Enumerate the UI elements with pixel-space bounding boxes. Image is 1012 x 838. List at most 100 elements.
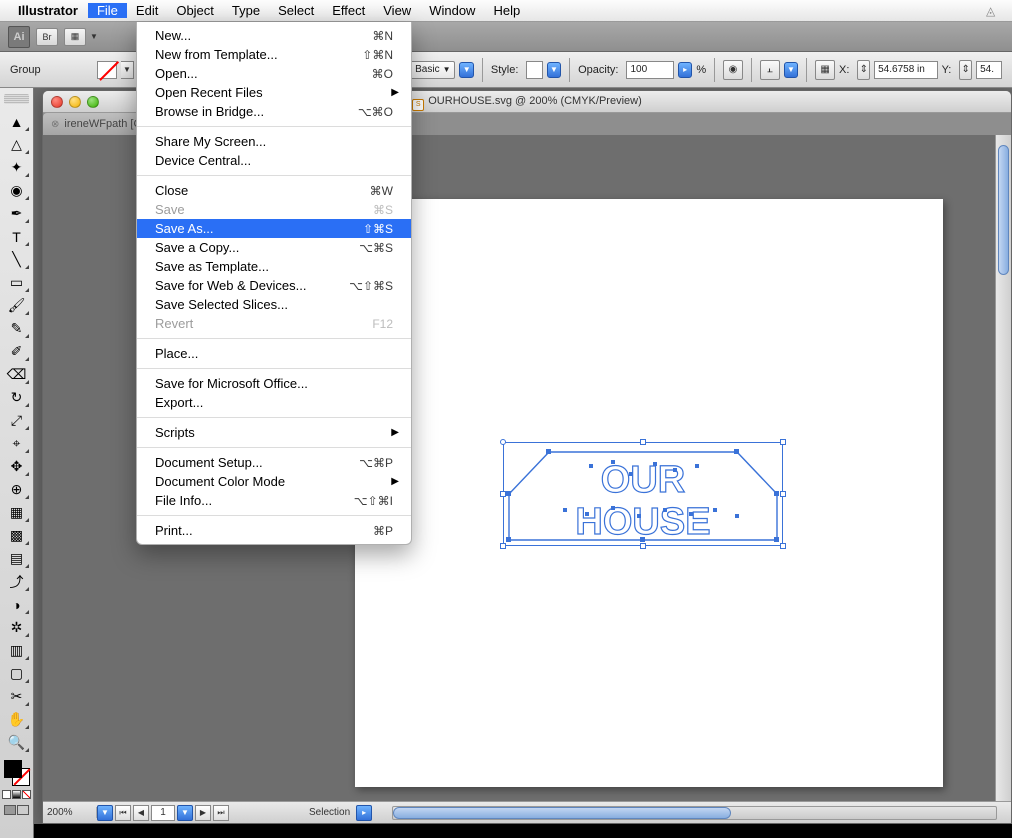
menu-item-open[interactable]: Open...⌘O [137,64,411,83]
app-name[interactable]: Illustrator [18,3,78,18]
style-swatch[interactable] [526,61,542,79]
y-stepper[interactable]: ⇕ [959,60,972,80]
opacity-input[interactable]: 100 [626,61,673,79]
pen-tool[interactable]: ✒ [3,202,31,225]
menu-type[interactable]: Type [223,3,269,18]
first-artboard-button[interactable]: ⏮ [115,805,131,821]
window-minimize-button[interactable] [69,96,81,108]
menu-item-new[interactable]: New...⌘N [137,26,411,45]
artboard-tool[interactable]: ▢ [3,662,31,685]
x-stepper[interactable]: ⇕ [857,60,870,80]
menu-item-label: Revert [155,316,372,331]
shape-builder-tool[interactable]: ⊕ [3,478,31,501]
window-close-button[interactable] [51,96,63,108]
menu-edit[interactable]: Edit [127,3,167,18]
gradient-tool[interactable]: ▤ [3,547,31,570]
menu-item-document-color-mode[interactable]: Document Color Mode▶ [137,472,411,491]
x-input[interactable]: 54.6758 in [874,61,937,79]
menu-object[interactable]: Object [167,3,223,18]
line-tool[interactable]: ╲ [3,248,31,271]
screen-mode-row[interactable] [4,805,29,815]
type-tool[interactable]: T [3,225,31,248]
align-button[interactable]: ⫠ [760,60,780,80]
menu-view[interactable]: View [374,3,420,18]
selection-bounding-box[interactable]: OUR HOUSE [503,442,783,546]
menu-item-file-info[interactable]: File Info...⌥⇧⌘I [137,491,411,510]
menu-item-save-as[interactable]: Save As...⇧⌘S [137,219,411,238]
fill-swatch[interactable] [97,61,117,79]
menu-effect[interactable]: Effect [323,3,374,18]
brush-menu[interactable]: ▼ [459,62,474,78]
artboard-number[interactable]: 1 [151,805,175,821]
menu-help[interactable]: Help [484,3,529,18]
menu-item-place[interactable]: Place... [137,344,411,363]
eyedropper-tool[interactable]: ⤴ [3,570,31,593]
brush-definition[interactable]: Basic▼ [410,61,455,79]
selection-tool[interactable]: ▲ [3,110,31,133]
status-menu[interactable]: ▸ [356,805,372,821]
menu-item-document-setup[interactable]: Document Setup...⌥⌘P [137,453,411,472]
menu-item-close[interactable]: Close⌘W [137,181,411,200]
close-tab-icon[interactable]: ⊗ [51,119,59,130]
arrange-documents-button[interactable]: ▦ [64,28,86,46]
toolbox-grip[interactable] [4,94,29,104]
menu-item-save-for-web-devices[interactable]: Save for Web & Devices...⌥⇧⌘S [137,276,411,295]
zoom-menu[interactable]: ▼ [97,805,113,821]
symbol-sprayer-tool[interactable]: ✲ [3,616,31,639]
mesh-tool[interactable]: ▩ [3,524,31,547]
menu-item-scripts[interactable]: Scripts▶ [137,423,411,442]
slice-tool[interactable]: ✂ [3,685,31,708]
free-transform-tool[interactable]: ✥ [3,455,31,478]
prev-artboard-button[interactable]: ◀ [133,805,149,821]
color-mode-row[interactable] [2,790,31,799]
align-menu[interactable]: ▼ [784,62,799,78]
google-drive-icon[interactable]: ◬ [986,4,1004,18]
blob-brush-tool[interactable]: ✐ [3,340,31,363]
paintbrush-tool[interactable]: 🖌 [3,294,31,317]
menu-item-open-recent-files[interactable]: Open Recent Files▶ [137,83,411,102]
last-artboard-button[interactable]: ⏭ [213,805,229,821]
menu-item-save-a-copy[interactable]: Save a Copy...⌥⌘S [137,238,411,257]
window-zoom-button[interactable] [87,96,99,108]
next-artboard-button[interactable]: ▶ [195,805,211,821]
fill-stroke-colors[interactable] [4,760,30,786]
menu-window[interactable]: Window [420,3,484,18]
rotate-tool[interactable]: ↻ [3,386,31,409]
blend-tool[interactable]: ◑ [3,593,31,616]
style-menu[interactable]: ▼ [547,62,562,78]
menu-item-device-central[interactable]: Device Central... [137,151,411,170]
menu-file[interactable]: File [88,3,127,18]
fill-dropdown[interactable]: ▼ [121,61,134,79]
bridge-button[interactable]: Br [36,28,58,46]
menu-item-save-for-microsoft-office[interactable]: Save for Microsoft Office... [137,374,411,393]
rectangle-tool[interactable]: ▭ [3,271,31,294]
transform-button[interactable]: ▦ [815,60,835,80]
vertical-scrollbar[interactable] [995,135,1011,801]
eraser-tool[interactable]: ⌫ [3,363,31,386]
menu-item-new-from-template[interactable]: New from Template...⇧⌘N [137,45,411,64]
horizontal-scrollbar[interactable] [392,806,997,820]
zoom-level[interactable]: 200% [43,807,97,818]
scale-tool[interactable]: ⤢ [3,409,31,432]
zoom-tool[interactable]: 🔍 [3,731,31,754]
opacity-menu[interactable]: ▸ [678,62,693,78]
artboard-menu[interactable]: ▼ [177,805,193,821]
menu-item-print[interactable]: Print...⌘P [137,521,411,540]
hand-tool[interactable]: ✋ [3,708,31,731]
column-graph-tool[interactable]: ▥ [3,639,31,662]
lasso-tool[interactable]: ◉ [3,179,31,202]
menu-select[interactable]: Select [269,3,323,18]
pencil-tool[interactable]: ✎ [3,317,31,340]
menu-item-share-my-screen[interactable]: Share My Screen... [137,132,411,151]
y-input[interactable]: 54. [976,61,1002,79]
perspective-tool[interactable]: ▦ [3,501,31,524]
menu-item-save-as-template[interactable]: Save as Template... [137,257,411,276]
menu-item-label: File Info... [155,493,354,508]
magic-wand-tool[interactable]: ✦ [3,156,31,179]
menu-item-export[interactable]: Export... [137,393,411,412]
direct-selection-tool[interactable]: △ [3,133,31,156]
width-tool[interactable]: ⌖ [3,432,31,455]
recolor-artwork-button[interactable]: ◉ [723,60,743,80]
menu-item-browse-in-bridge[interactable]: Browse in Bridge...⌥⌘O [137,102,411,121]
menu-item-save-selected-slices[interactable]: Save Selected Slices... [137,295,411,314]
